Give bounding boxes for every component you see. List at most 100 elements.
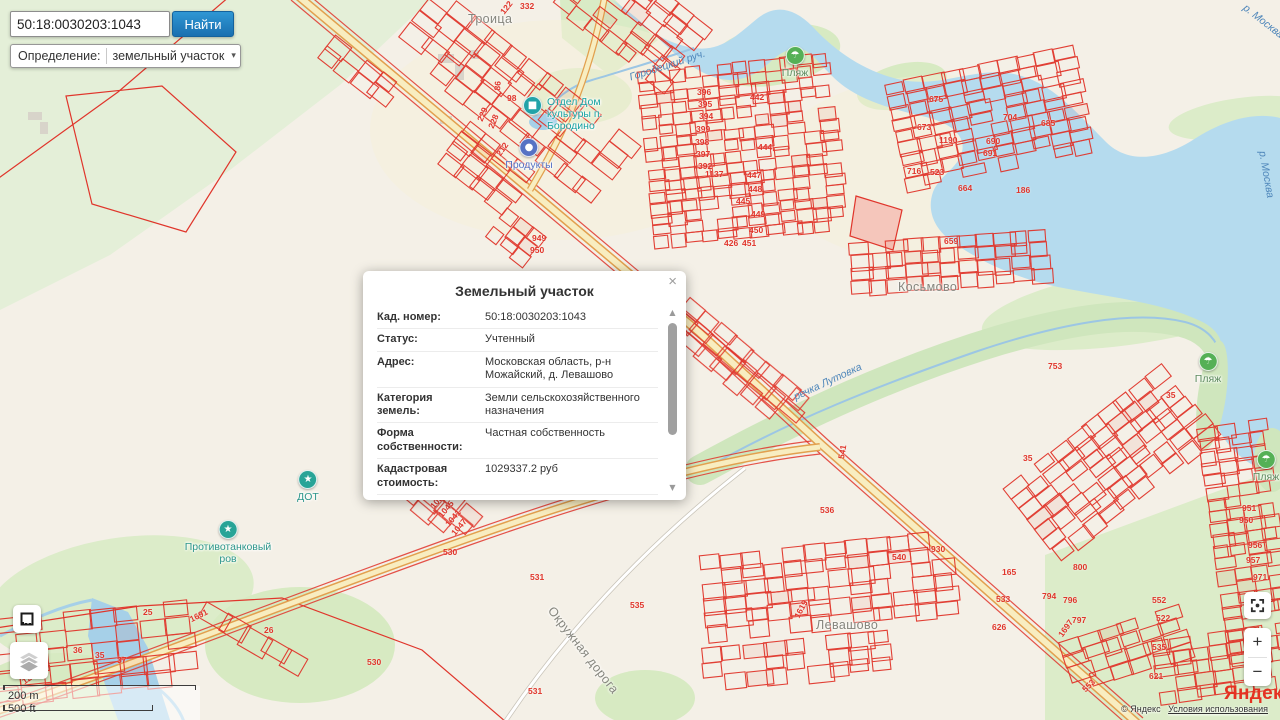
parcel-number: 450 (749, 225, 764, 235)
scroll-down-icon[interactable]: ▼ (669, 484, 675, 492)
parcel-number: 704 (1003, 112, 1018, 122)
parcel-number: 522 (1156, 613, 1171, 623)
poi[interactable]: ☂ Пляж (1253, 450, 1279, 483)
poi-label: ДОТ (297, 491, 319, 503)
poi-label: Противотанковый ров (184, 541, 272, 566)
beach-icon[interactable]: ☂ (785, 46, 805, 65)
poi-label: Отдел Дом культуры п. Бородино (547, 96, 603, 133)
star-icon[interactable]: ★ (298, 470, 318, 489)
parcel-number: 332 (520, 1, 535, 11)
terms-link[interactable]: Условия использования (1168, 704, 1268, 714)
parcel-number: 552 (1152, 595, 1167, 605)
water-label: речка Лутовка (792, 360, 864, 403)
parcel-number: 951 (1242, 503, 1257, 513)
parcel-number: 541 (836, 444, 849, 460)
parcel-number: 442 (750, 92, 765, 102)
yandex-logo[interactable]: Яндекс (1224, 683, 1280, 705)
ruler-icon (20, 612, 34, 626)
parcel-number: 691 (983, 148, 998, 158)
parcel-number: 530 (443, 547, 458, 557)
zoom-in-button[interactable]: + (1244, 628, 1271, 657)
parcel-number: 1137 (705, 169, 724, 179)
beach-icon[interactable]: ☂ (1256, 450, 1276, 469)
parcel-number: 956 (1248, 540, 1263, 550)
parcel-number: 533 (996, 594, 1011, 604)
beach-icon[interactable]: ☂ (1198, 352, 1218, 371)
scale-imperial: 500 ft (8, 703, 36, 715)
parcel-number: 971 (1253, 572, 1268, 582)
shop-icon[interactable]: ● (519, 138, 539, 157)
popup-title: Земельный участок (455, 283, 594, 299)
parcel-number: 531 (530, 572, 545, 582)
find-button[interactable]: Найти (172, 11, 234, 37)
poi[interactable]: ☂ Пляж (782, 46, 808, 79)
parcel-number: 535 (1152, 642, 1167, 652)
parcel-number: 664 (958, 183, 973, 193)
place-label: Окружная дорога (544, 604, 622, 697)
poi[interactable]: ★ Противотанковый ров (184, 520, 272, 566)
poi[interactable]: ■ Отдел Дом культуры п. Бородино (523, 96, 602, 132)
poi[interactable]: ☂ Пляж (1195, 352, 1221, 385)
definition-label: Определение: (18, 49, 101, 63)
parcel-number: 26 (264, 625, 274, 635)
close-icon[interactable]: × (668, 274, 677, 289)
attribution: © Яндекс Условия использования (1121, 704, 1268, 714)
scale-metric: 200 m (8, 690, 39, 702)
parcel-number: 621 (1149, 671, 1164, 681)
parcel-number: 1619 (792, 598, 810, 620)
zoom-out-button[interactable]: − (1244, 658, 1271, 687)
fullscreen-icon (1250, 598, 1265, 613)
popup-scrollbar[interactable]: ▲ ▼ (667, 309, 678, 492)
layers-button[interactable] (10, 642, 48, 679)
row-value: 2994 кв.м (477, 499, 658, 500)
parcel-number: 535 (630, 600, 645, 610)
parcel-number: 447 (747, 170, 762, 180)
row-value: Московская область, р-н Можайский, д. Ле… (485, 355, 614, 382)
parcel-number: 86 (492, 80, 503, 91)
parcel-number: 531 (528, 686, 543, 696)
parcel-number: 957 (1246, 555, 1261, 565)
map-viewer: 332 122 98 86 229 228 212 396 395 394 399 398 397 392… (0, 0, 1280, 720)
poi[interactable]: ● Продукты (505, 138, 553, 171)
popup-row: Адрес: Московская область, р-н Можайский,… (377, 352, 658, 388)
row-label: Категория земель: (377, 391, 433, 418)
search-input[interactable] (10, 11, 170, 37)
parcel-number: 36 (73, 645, 83, 655)
row-label: Форма собственности: (377, 427, 463, 453)
parcel-number: 35 (1023, 453, 1033, 463)
definition-value: земельный участок (105, 48, 229, 64)
parcel-number: 753 (1048, 361, 1063, 371)
row-value: Учтенный (485, 333, 535, 346)
parcel-number: 445 (736, 196, 751, 206)
parcel-number: 949 (532, 233, 547, 243)
poi-label: Пляж (1252, 471, 1280, 483)
parcel-number: 950 (530, 245, 545, 255)
scale-bar: 200 m 500 ft (0, 685, 200, 720)
measure-button[interactable] (13, 605, 41, 633)
fullscreen-button[interactable] (1244, 592, 1271, 619)
definition-select[interactable]: Определение: земельный участок ▾ (10, 44, 241, 68)
parcel-number: 398 (695, 137, 710, 147)
parcel-number: 690 (986, 136, 1001, 146)
place-label: Левашово (816, 618, 879, 632)
parcel-number: 397 (696, 149, 711, 159)
row-label: Адрес: (377, 355, 415, 368)
parcel-number: 449 (751, 209, 766, 219)
parcel-number: 626 (992, 622, 1007, 632)
parcel-number: 685 (1041, 118, 1056, 128)
poi[interactable]: ★ ДОТ (297, 470, 319, 503)
parcel-number: 536 (820, 505, 835, 515)
scroll-up-icon[interactable]: ▲ (669, 309, 675, 317)
parcel-number: 950 (1239, 515, 1254, 525)
row-value: Частная собственность (485, 427, 606, 440)
parcel-number: 444 (758, 142, 773, 152)
row-label: Уточненная площадь: (377, 499, 477, 500)
poi-label: Пляж (1194, 373, 1222, 385)
place-label: Косьмово (898, 280, 958, 294)
popup-row: Кадастровая стоимость: 1029337.2 руб (377, 459, 658, 496)
copyright-text: © Яндекс (1121, 704, 1161, 714)
scrollbar-thumb[interactable] (668, 323, 677, 435)
star-icon[interactable]: ★ (218, 520, 238, 539)
culture-icon[interactable]: ■ (523, 96, 542, 115)
popup-row: Уточненная площадь:2994 кв.м (377, 495, 658, 500)
